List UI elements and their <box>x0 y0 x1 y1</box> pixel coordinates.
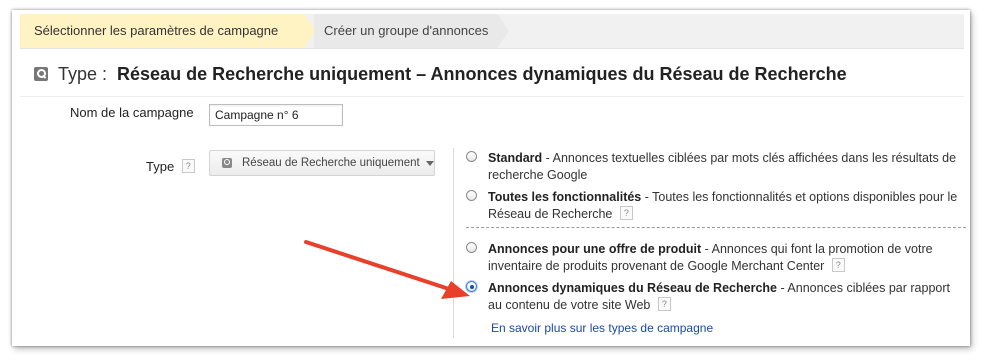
option-all-features-help-icon[interactable]: ? <box>619 206 633 220</box>
option-product-listing-help-icon[interactable]: ? <box>831 258 845 272</box>
step-bar: Sélectionner les paramètres de campagne … <box>20 14 964 49</box>
campaign-type-selected: Réseau de Recherche uniquement <box>242 157 420 169</box>
type-label-row: Type ? <box>146 159 195 174</box>
option-dynamic-search-ads-title: Annonces dynamiques du Réseau de Recherc… <box>488 281 777 295</box>
learn-more-campaign-types-link[interactable]: En savoir plus sur les types de campagne <box>491 321 713 335</box>
campaign-type-header: Type : Réseau de Recherche uniquement – … <box>34 62 847 86</box>
option-standard[interactable]: Standard - Annonces textuelles ciblées p… <box>466 150 964 184</box>
chevron-down-icon <box>425 160 434 166</box>
step-campaign-settings-label: Sélectionner les paramètres de campagne <box>34 23 279 38</box>
screenshot-frame: Sélectionner les paramètres de campagne … <box>12 10 970 346</box>
option-all-features[interactable]: Toutes les fonctionnalités - Toutes les … <box>466 189 964 223</box>
option-product-listing[interactable]: Annonces pour une offre de produit - Ann… <box>466 241 964 275</box>
radio-standard[interactable] <box>466 151 477 162</box>
red-arrow-annotation <box>304 240 470 299</box>
step-campaign-settings[interactable]: Sélectionner les paramètres de campagne <box>20 14 304 48</box>
red-arrow-shaft <box>304 240 454 292</box>
search-icon <box>222 158 232 168</box>
type-label: Type <box>146 159 175 174</box>
option-all-features-title: Toutes les fonctionnalités <box>488 190 642 204</box>
option-dynamic-search-ads[interactable]: Annonces dynamiques du Réseau de Recherc… <box>466 280 964 314</box>
option-product-listing-title: Annonces pour une offre de produit <box>488 242 702 256</box>
option-standard-title: Standard <box>488 151 543 165</box>
step-create-ad-group[interactable]: Créer un groupe d'annonces <box>324 14 488 48</box>
option-dynamic-search-ads-help-icon[interactable]: ? <box>657 297 671 311</box>
campaign-name-label: Nom de la campagne <box>70 105 194 120</box>
options-separator <box>466 227 966 228</box>
campaign-name-input[interactable] <box>209 104 343 126</box>
red-arrow-head <box>441 281 470 299</box>
radio-all-features[interactable] <box>466 190 477 201</box>
header-prefix: Type : <box>58 63 108 84</box>
header-divider <box>20 96 964 97</box>
option-standard-desc: - Annonces textuelles ciblées par mots c… <box>488 151 957 182</box>
search-icon <box>34 67 48 81</box>
type-help-icon[interactable]: ? <box>181 159 195 173</box>
page-title: Réseau de Recherche uniquement – Annonce… <box>117 63 847 84</box>
campaign-type-dropdown[interactable]: Réseau de Recherche uniquement <box>209 150 435 176</box>
step-next-arrow <box>497 14 509 48</box>
step-create-ad-group-label: Créer un groupe d'annonces <box>324 23 489 38</box>
